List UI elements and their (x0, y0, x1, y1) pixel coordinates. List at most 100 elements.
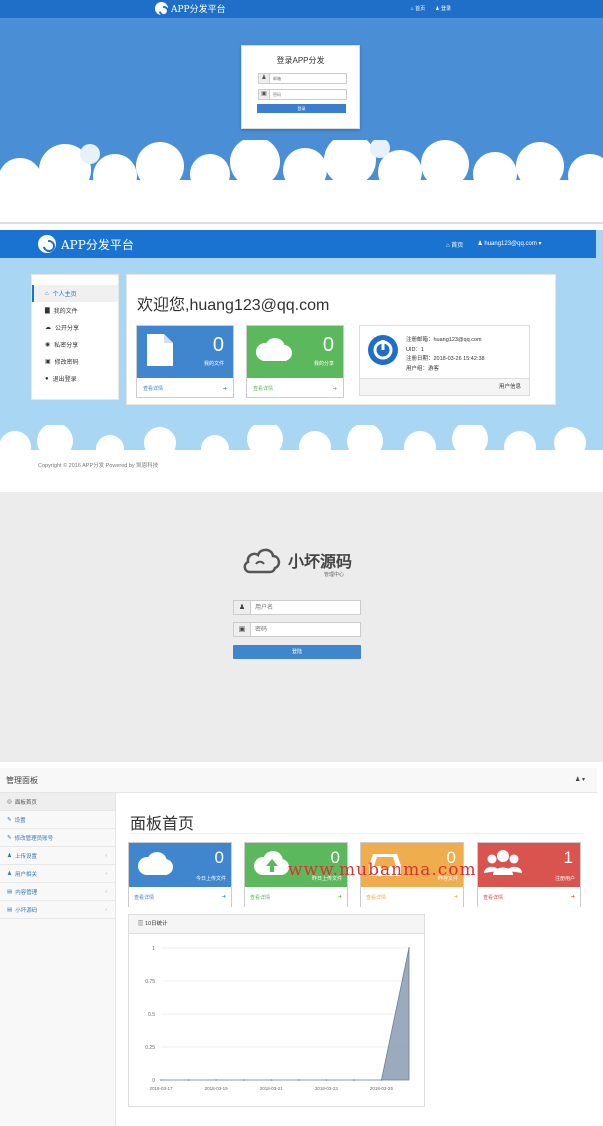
sidebar-item-logout[interactable]: ● 退出登录 (32, 370, 118, 387)
sidebar-item-label: 上传设置 (14, 853, 37, 860)
chevron-left-icon: ‹ (105, 852, 107, 859)
sidebar-item-content[interactable]: ▤ 内容管理 ‹ (0, 883, 115, 901)
y-tick-label: 1 (152, 946, 155, 952)
chevron-left-icon: ‹ (105, 888, 107, 895)
stat-detail-link[interactable]: 查看详情 ➜ (245, 887, 347, 907)
sidebar-item-upload-settings[interactable]: ♟ 上传设置 ‹ (0, 847, 115, 865)
wrench-icon: ✎ (7, 816, 12, 823)
sidebar-item-admin-account[interactable]: ✎ 修改管理员账号 (0, 829, 115, 847)
nav-user-menu[interactable]: ♟ huang123@qq.com ▾ (477, 240, 541, 249)
stat-number: 0 (214, 848, 224, 867)
detail-link-label: 查看详情 (366, 894, 387, 901)
data-point (325, 1079, 328, 1081)
cloud-decoration (0, 425, 603, 484)
sidebar-item-users[interactable]: ♟ 用户相关 ‹ (0, 865, 115, 883)
y-tick-label: 0.75 (145, 979, 155, 985)
sidebar-item-home[interactable]: ⌂ 个人主页 (32, 285, 118, 302)
stat-card-registered-users: 1 注册用户 查看详情 ➜ (477, 842, 581, 907)
data-point (187, 1079, 190, 1081)
email-input[interactable] (270, 74, 346, 83)
detail-link-label: 查看详情 (134, 894, 155, 901)
logo-icon (38, 235, 56, 253)
sidebar-item-label: 内容管理 (15, 889, 38, 896)
nav-user-label: huang123@qq.com (484, 241, 537, 247)
x-tick-label: 2018-03-19 (205, 1086, 229, 1091)
nav-login[interactable]: ♟ 登录 (435, 5, 451, 12)
welcome-heading: 欢迎您,huang123@qq.com (137, 297, 330, 314)
brand[interactable]: APP分发平台 (155, 2, 226, 15)
detail-link-label: 查看详情 (483, 894, 504, 901)
stat-detail-link[interactable]: 查看详情 ➜ (247, 378, 343, 399)
stat-detail-link[interactable]: 查看详情 ➜ (361, 887, 463, 907)
login-card: 登录APP分发 ♟ ▣ (241, 45, 360, 129)
stat-detail-link[interactable]: 查看详情 ➜ (129, 887, 231, 907)
watermark: www.mubanma.com (288, 860, 477, 880)
sidebar: ⌂ 个人主页 ▇ 我的文件 ☁ 公开分享 ◉ 私密分享 ▣ 修改密码 ● 退出登录 (31, 274, 119, 400)
password-input[interactable] (251, 623, 360, 636)
cloud-logo-icon (243, 548, 281, 574)
stat-card-shares: 0 我的分享 查看详情 ➜ (246, 325, 344, 398)
data-point (380, 1079, 383, 1081)
stat-detail-link[interactable]: 查看详情 ➜ (137, 378, 233, 399)
user-dashboard: APP分发平台 ⌂ 首页 ♟ huang123@qq.com ▾ ⌂ 个人主页 ▇… (0, 230, 603, 484)
sidebar-item-label: 用户相关 (14, 871, 37, 878)
detail-link-label: 查看详情 (250, 894, 271, 901)
brand-name: APP分发平台 (171, 5, 226, 15)
sidebar-item-xiaohuai[interactable]: ▤ 小坏源码 ‹ (0, 901, 115, 919)
login-screen-1: APP分发平台 ⌂ 首页 ♟ 登录 登录APP分发 ♟ ▣ 登录 (0, 0, 603, 222)
sidebar-item-change-password[interactable]: ▣ 修改密码 (32, 353, 118, 370)
cloud-decoration (0, 140, 603, 222)
nav-home[interactable]: ⌂ 首页 (411, 5, 425, 12)
cloud-upload-icon (254, 851, 289, 875)
stat-number: 0 (212, 334, 224, 356)
sidebar-item-private-share[interactable]: ◉ 私密分享 (32, 336, 118, 353)
info-date: 注册日期：2018-03-26 15:42:38 (406, 356, 485, 362)
arrow-circle-right-icon: ➜ (453, 894, 458, 900)
stat-card-files: 0 我的文件 查看详情 ➜ (136, 325, 234, 398)
password-field[interactable]: ▣ (258, 89, 347, 100)
user-icon: ♟ (7, 870, 12, 877)
data-point (353, 1079, 355, 1081)
user-icon: ♟ (259, 74, 270, 83)
stat-number: 0 (322, 334, 334, 356)
main-content: 欢迎您,huang123@qq.com 0 我的文件 查看详情 ➜ 0 我的分享… (126, 274, 556, 405)
user-menu[interactable]: ♟ ▾ (575, 776, 585, 783)
x-tick-label: 2018-03-17 (149, 1086, 173, 1091)
stat-detail-link[interactable]: 查看详情 ➜ (478, 887, 580, 907)
page-title: 面板首页 (130, 816, 195, 833)
stat-label: 注册用户 (554, 876, 575, 882)
brand[interactable]: APP分发平台 (38, 235, 134, 253)
sidebar-item-label: 个人主页 (52, 292, 77, 298)
eye-slash-icon: ◉ (45, 342, 51, 348)
chevron-left-icon: ‹ (105, 906, 107, 913)
password-field[interactable]: ▣ (233, 622, 361, 637)
stats-chart-panel: ▥ 10日统计 0 0.25 0.5 0.75 1 2018-03-17 2018-03-1… (128, 914, 425, 1107)
sidebar-item-label: 面板首页 (14, 799, 37, 806)
sidebar-item-files[interactable]: ▇ 我的文件 (32, 302, 118, 319)
login-title: 登录APP分发 (276, 56, 325, 65)
login-screen-2: 小坏源码 管理中心 ♟ ▣ 登陆 (0, 492, 603, 762)
login-button[interactable]: 登陆 (233, 645, 361, 659)
chart-header: ▥ 10日统计 (129, 915, 424, 934)
user-info-footer[interactable]: 用户信息 (360, 378, 529, 395)
info-uid: UID：1 (406, 346, 425, 353)
login-button[interactable]: 登录 (257, 104, 346, 113)
sidebar-item-dashboard[interactable]: ◎ 面板首页 (0, 793, 115, 811)
username-input[interactable] (251, 601, 360, 614)
email-field[interactable]: ♟ (258, 73, 347, 84)
nav-home[interactable]: ⌂ 首页 (446, 240, 463, 249)
username-field[interactable]: ♟ (233, 600, 361, 615)
x-tick-label: 2018-03-23 (315, 1086, 339, 1091)
y-tick-label: 0.5 (148, 1012, 155, 1018)
x-tick-label: 2018-03-21 (260, 1086, 284, 1091)
bar-chart-icon: ▥ (138, 921, 144, 927)
sidebar-item-settings[interactable]: ✎ 设置 (0, 811, 115, 829)
sidebar-item-label: 修改管理员账号 (14, 835, 54, 842)
admin-dashboard: 管理面板 ♟ ▾ ◎ 面板首页 ✎ 设置 ✎ 修改管理员账号 ♟ 上传设置 ‹ ♟ 用户相关… (0, 768, 603, 1126)
data-point (408, 947, 410, 949)
nav-home-label: 首页 (415, 6, 426, 12)
sidebar-item-public-share[interactable]: ☁ 公开分享 (32, 319, 118, 336)
exit-icon: ● (45, 375, 49, 382)
password-input[interactable] (270, 90, 346, 99)
sidebar-item-label: 退出登录 (52, 377, 77, 383)
